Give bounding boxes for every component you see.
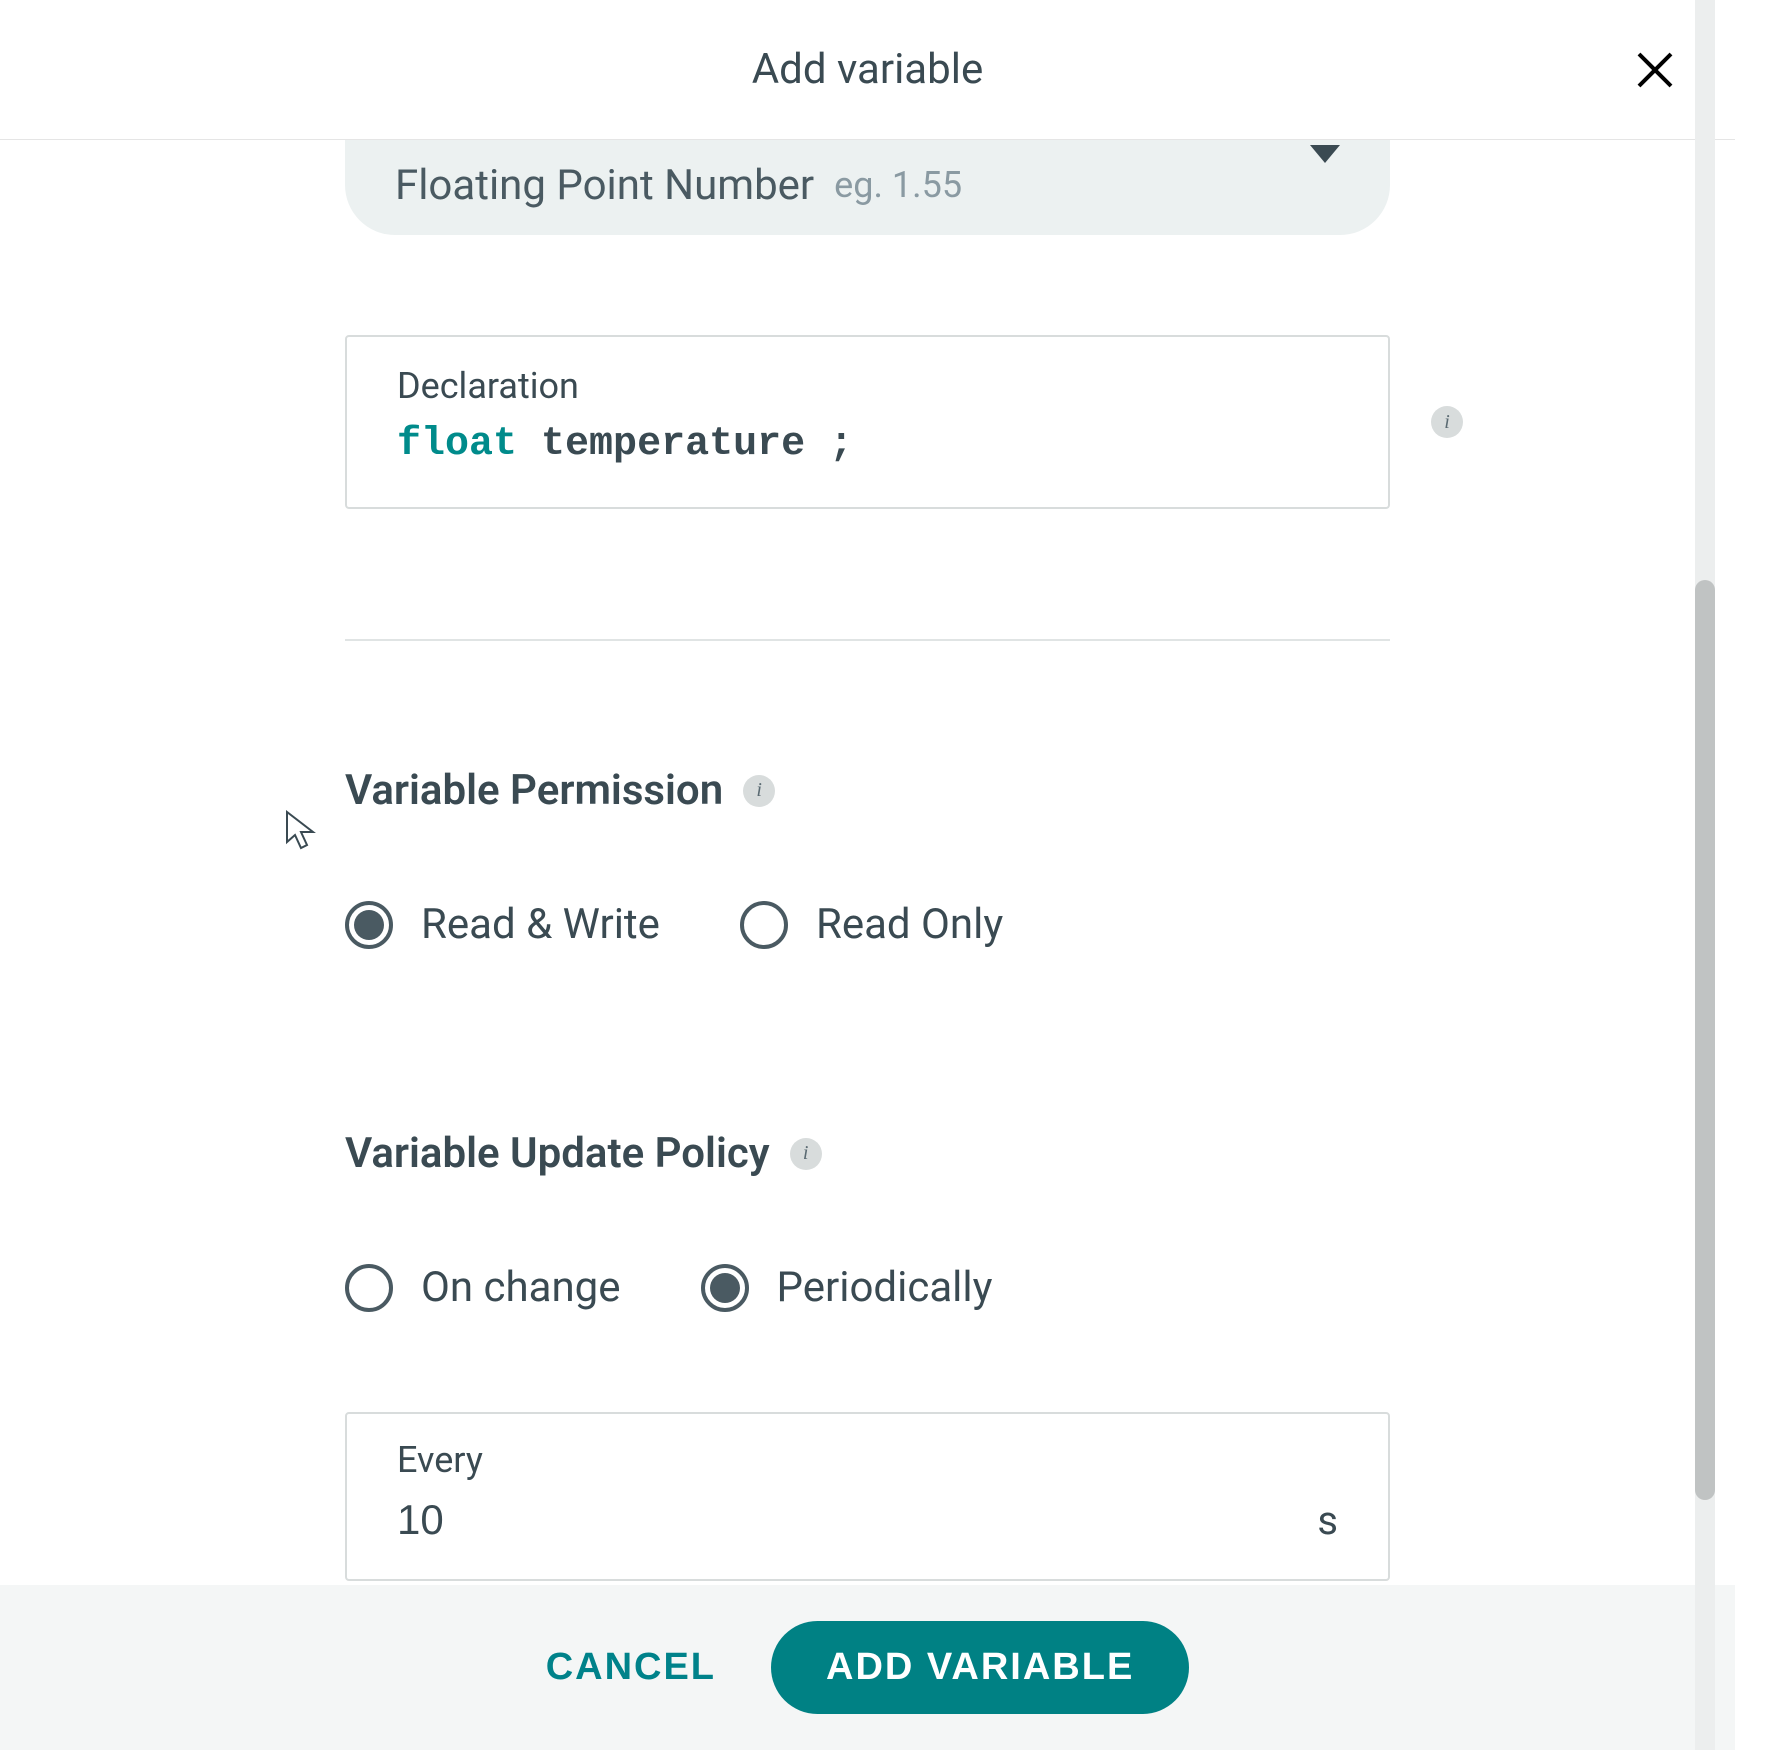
info-icon[interactable]: i — [790, 1138, 822, 1170]
modal-title: Add variable — [752, 45, 983, 94]
radio-icon — [345, 901, 393, 949]
radio-icon — [345, 1264, 393, 1312]
interval-label: Every — [397, 1439, 1338, 1481]
type-select[interactable]: Floating Point Number eg. 1.55 — [345, 140, 1390, 235]
modal-container: Add variable Floating Point Number eg. 1… — [0, 0, 1735, 1750]
chevron-down-icon — [1310, 145, 1340, 167]
type-select-label: Floating Point Number — [395, 161, 814, 210]
add-variable-button[interactable]: ADD VARIABLE — [771, 1621, 1189, 1714]
permission-header: Variable Permission i — [345, 766, 1390, 815]
close-icon — [1635, 50, 1675, 90]
side-accent — [1735, 0, 1787, 1750]
permission-title: Variable Permission — [345, 766, 723, 815]
radio-read-write[interactable]: Read & Write — [345, 900, 660, 949]
radio-on-change[interactable]: On change — [345, 1263, 621, 1312]
declaration-code: float temperature ; — [397, 422, 1338, 467]
interval-input[interactable] — [397, 1496, 1150, 1544]
cancel-button[interactable]: CANCEL — [546, 1646, 716, 1689]
permission-options: Read & Write Read Only — [345, 900, 1390, 949]
modal-footer: CANCEL ADD VARIABLE — [0, 1585, 1735, 1750]
radio-label: On change — [421, 1263, 621, 1312]
info-icon[interactable]: i — [1431, 406, 1463, 438]
radio-label: Read Only — [816, 900, 1003, 949]
scrollbar-thumb[interactable] — [1695, 580, 1715, 1500]
declaration-type: float — [397, 422, 517, 467]
radio-label: Read & Write — [421, 900, 660, 949]
radio-label: Periodically — [777, 1263, 993, 1312]
type-select-hint: eg. 1.55 — [834, 164, 962, 206]
update-policy-title: Variable Update Policy — [345, 1129, 770, 1178]
info-icon[interactable]: i — [743, 775, 775, 807]
declaration-box: Declaration float temperature ; i — [345, 335, 1390, 509]
radio-periodically[interactable]: Periodically — [701, 1263, 993, 1312]
declaration-name: temperature ; — [541, 422, 853, 467]
divider — [345, 639, 1390, 641]
radio-read-only[interactable]: Read Only — [740, 900, 1003, 949]
radio-icon — [740, 901, 788, 949]
close-button[interactable] — [1630, 45, 1680, 95]
update-policy-options: On change Periodically — [345, 1263, 1390, 1312]
interval-box[interactable]: Every s — [345, 1412, 1390, 1581]
modal-header: Add variable — [0, 0, 1735, 140]
update-policy-header: Variable Update Policy i — [345, 1129, 1390, 1178]
interval-unit: s — [1317, 1497, 1338, 1544]
interval-row: s — [397, 1496, 1338, 1544]
modal-body: Floating Point Number eg. 1.55 Declarati… — [0, 140, 1735, 1585]
radio-icon — [701, 1264, 749, 1312]
declaration-label: Declaration — [397, 365, 1338, 407]
